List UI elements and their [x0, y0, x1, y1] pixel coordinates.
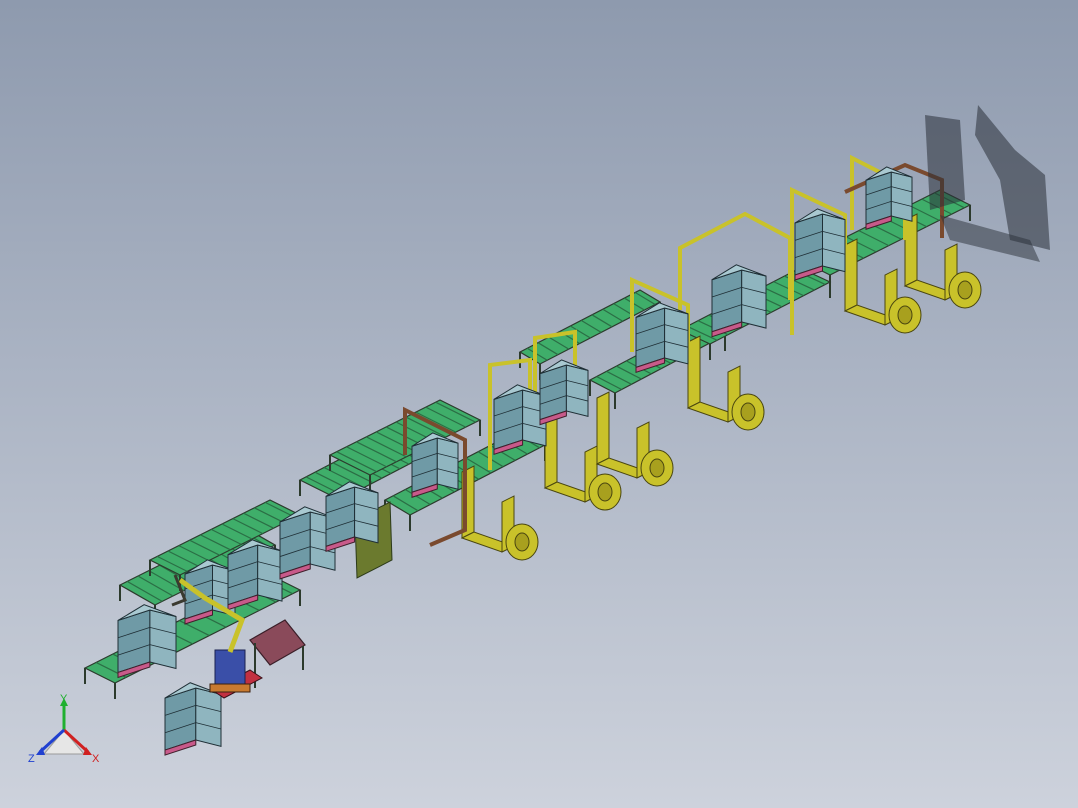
y-axis-label: Y: [60, 693, 68, 705]
load-5: [325, 481, 379, 553]
load-11: [794, 208, 846, 281]
pallet-dispenser-table: [249, 619, 306, 666]
wrapper-3: [595, 391, 674, 487]
cad-viewport[interactable]: Y X Z: [0, 0, 1078, 808]
load-9: [635, 302, 689, 374]
load-8: [539, 359, 589, 426]
load-12: [865, 166, 913, 230]
load-3: [227, 539, 283, 611]
load-10: [711, 264, 767, 338]
load-7: [493, 384, 547, 456]
z-axis-label: Z: [28, 753, 35, 765]
load-infeed: [117, 604, 177, 679]
x-axis-label: X: [92, 753, 100, 765]
production-line-model[interactable]: [0, 0, 1078, 808]
robot-turntable: [209, 683, 251, 693]
wrapper-1: [460, 465, 539, 561]
load-outfeed: [164, 682, 222, 756]
axis-triad: Y X Z: [28, 693, 100, 765]
shadow-block-1: [925, 115, 965, 210]
load-6: [411, 432, 459, 498]
robot-shadow: [925, 105, 1050, 262]
